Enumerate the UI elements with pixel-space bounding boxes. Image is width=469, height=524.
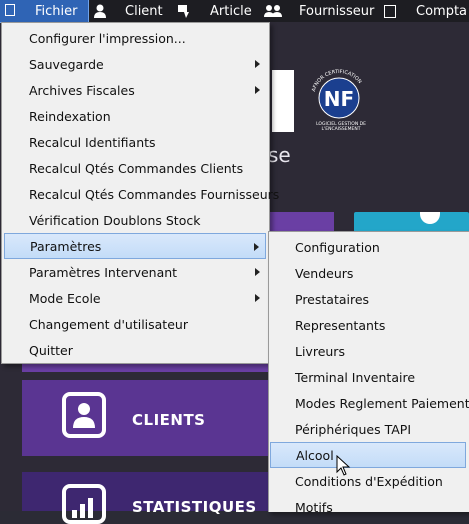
fichier-menu: Configurer l'impression... Sauvegarde Ar… [1,22,279,364]
menu-item-label: Prestataires [295,291,370,307]
menu-item-verification-doublons[interactable]: Vérification Doublons Stock [4,207,266,233]
menu-item-quitter[interactable]: Quitter [4,337,266,363]
calculator-icon [384,4,396,18]
menu-item-label: Reindexation [29,108,111,124]
menu-item-label: Mode Ecole [29,290,101,306]
file-icon [5,4,15,16]
menu-item-label: Terminal Inventaire [295,369,416,385]
menu-item-label: Recalcul Qtés Commandes Clients [29,160,244,176]
menu-item-terminal-inventaire[interactable]: Terminal Inventaire [270,364,466,390]
menu-item-livreurs[interactable]: Livreurs [270,338,466,364]
menu-article[interactable]: Article [177,0,252,22]
menu-item-label: Recalcul Identifiants [29,134,156,150]
tile-clients-label: CLIENTS [132,411,206,429]
menu-item-label: Paramètres Intervenant [29,264,178,280]
menu-item-vendeurs[interactable]: Vendeurs [270,260,466,286]
menu-item-reindexation[interactable]: Reindexation [4,103,266,129]
menu-item-parametres-intervenant[interactable]: Paramètres Intervenant [4,259,266,285]
parametres-submenu: Configuration Vendeurs Prestataires Repr… [268,231,469,515]
menu-compta-label: Compta [416,3,468,19]
menu-item-conditions-expedition[interactable]: Conditions d'Expédition [270,468,466,494]
tile-statistiques[interactable]: STATISTIQUES [22,472,269,524]
menu-item-recalcul-clients[interactable]: Recalcul Qtés Commandes Clients [4,155,266,181]
submenu-arrow-icon [255,86,260,94]
submenu-arrow-icon [255,268,260,276]
menu-article-label: Article [210,3,252,19]
tile-clients[interactable]: CLIENTS [22,380,269,456]
menu-item-recalcul-fournisseurs[interactable]: Recalcul Qtés Commandes Fournisseurs [4,181,279,207]
menu-item-motifs[interactable]: Motifs [270,494,466,520]
menu-item-label: Motifs [295,499,333,515]
client-card-icon [62,392,106,438]
menu-item-prestataires[interactable]: Prestataires [270,286,466,312]
menu-item-label: Quitter [29,342,73,358]
menu-item-alcool[interactable]: Alcool [270,442,466,468]
menu-item-label: Configuration [295,239,380,255]
menu-item-label: Vérification Doublons Stock [29,212,201,228]
menu-item-modes-reglement[interactable]: Modes Reglement Paiement [270,390,469,416]
menu-item-label: Périphériques TAPI [295,421,412,437]
menu-fournisseur[interactable]: Fournisseur [264,0,374,22]
people-icon [264,5,282,17]
menu-item-mode-ecole[interactable]: Mode Ecole [4,285,266,311]
menu-compta[interactable]: Compta [384,0,467,22]
partial-heading: se [268,143,291,167]
cert-logo-subtitle: LOGICIEL GESTION DE L'ENCAISSEMENT [316,122,366,132]
submenu-arrow-icon [255,294,260,302]
menu-fournisseur-label: Fournisseur [299,3,375,19]
menu-item-label: Livreurs [295,343,345,359]
tile-statistiques-label: STATISTIQUES [132,498,257,516]
menu-item-label: Alcool [296,447,334,463]
menu-item-label: Changement d'utilisateur [29,316,188,332]
menu-item-label: Paramètres [30,238,102,254]
menu-item-label: Representants [295,317,386,333]
menu-item-label: Sauvegarde [29,56,104,72]
menu-item-configurer-impression[interactable]: Configurer l'impression... [4,25,266,51]
menu-client[interactable]: Client [92,0,163,22]
menu-item-recalcul-identifiants[interactable]: Recalcul Identifiants [4,129,266,155]
menu-item-peripheriques-tapi[interactable]: Périphériques TAPI [270,416,466,442]
mouse-cursor-icon [336,455,351,476]
bar-chart-icon [62,484,106,524]
menu-item-label: Vendeurs [295,265,354,281]
submenu-arrow-icon [255,60,260,68]
person-icon [94,4,106,18]
menu-item-label: Recalcul Qtés Commandes Fournisseurs [29,186,280,202]
submenu-arrow-icon [254,243,259,251]
menu-item-changement-utilisateur[interactable]: Changement d'utilisateur [4,311,266,337]
menu-item-parametres[interactable]: Paramètres [4,233,266,259]
svg-text:NF: NF [324,87,354,111]
menu-item-sauvegarde[interactable]: Sauvegarde [4,51,266,77]
menu-item-configuration[interactable]: Configuration [270,234,466,260]
menu-item-label: Archives Fiscales [29,82,135,98]
menubar: Fichier Client Article Fournisseur Compt… [0,0,469,23]
menu-item-label: Conditions d'Expédition [295,473,443,489]
menu-item-representants[interactable]: Representants [270,312,466,338]
menu-item-label: Modes Reglement Paiement [295,395,469,411]
menu-fichier[interactable]: Fichier [0,0,89,23]
tile-purple-top[interactable] [268,212,334,232]
menu-client-label: Client [125,3,163,19]
menu-fichier-label: Fichier [35,3,78,19]
menu-item-label: Configurer l'impression... [29,30,186,46]
menu-item-archives-fiscales[interactable]: Archives Fiscales [4,77,266,103]
tag-icon [178,5,189,18]
logo-bar [272,70,294,132]
